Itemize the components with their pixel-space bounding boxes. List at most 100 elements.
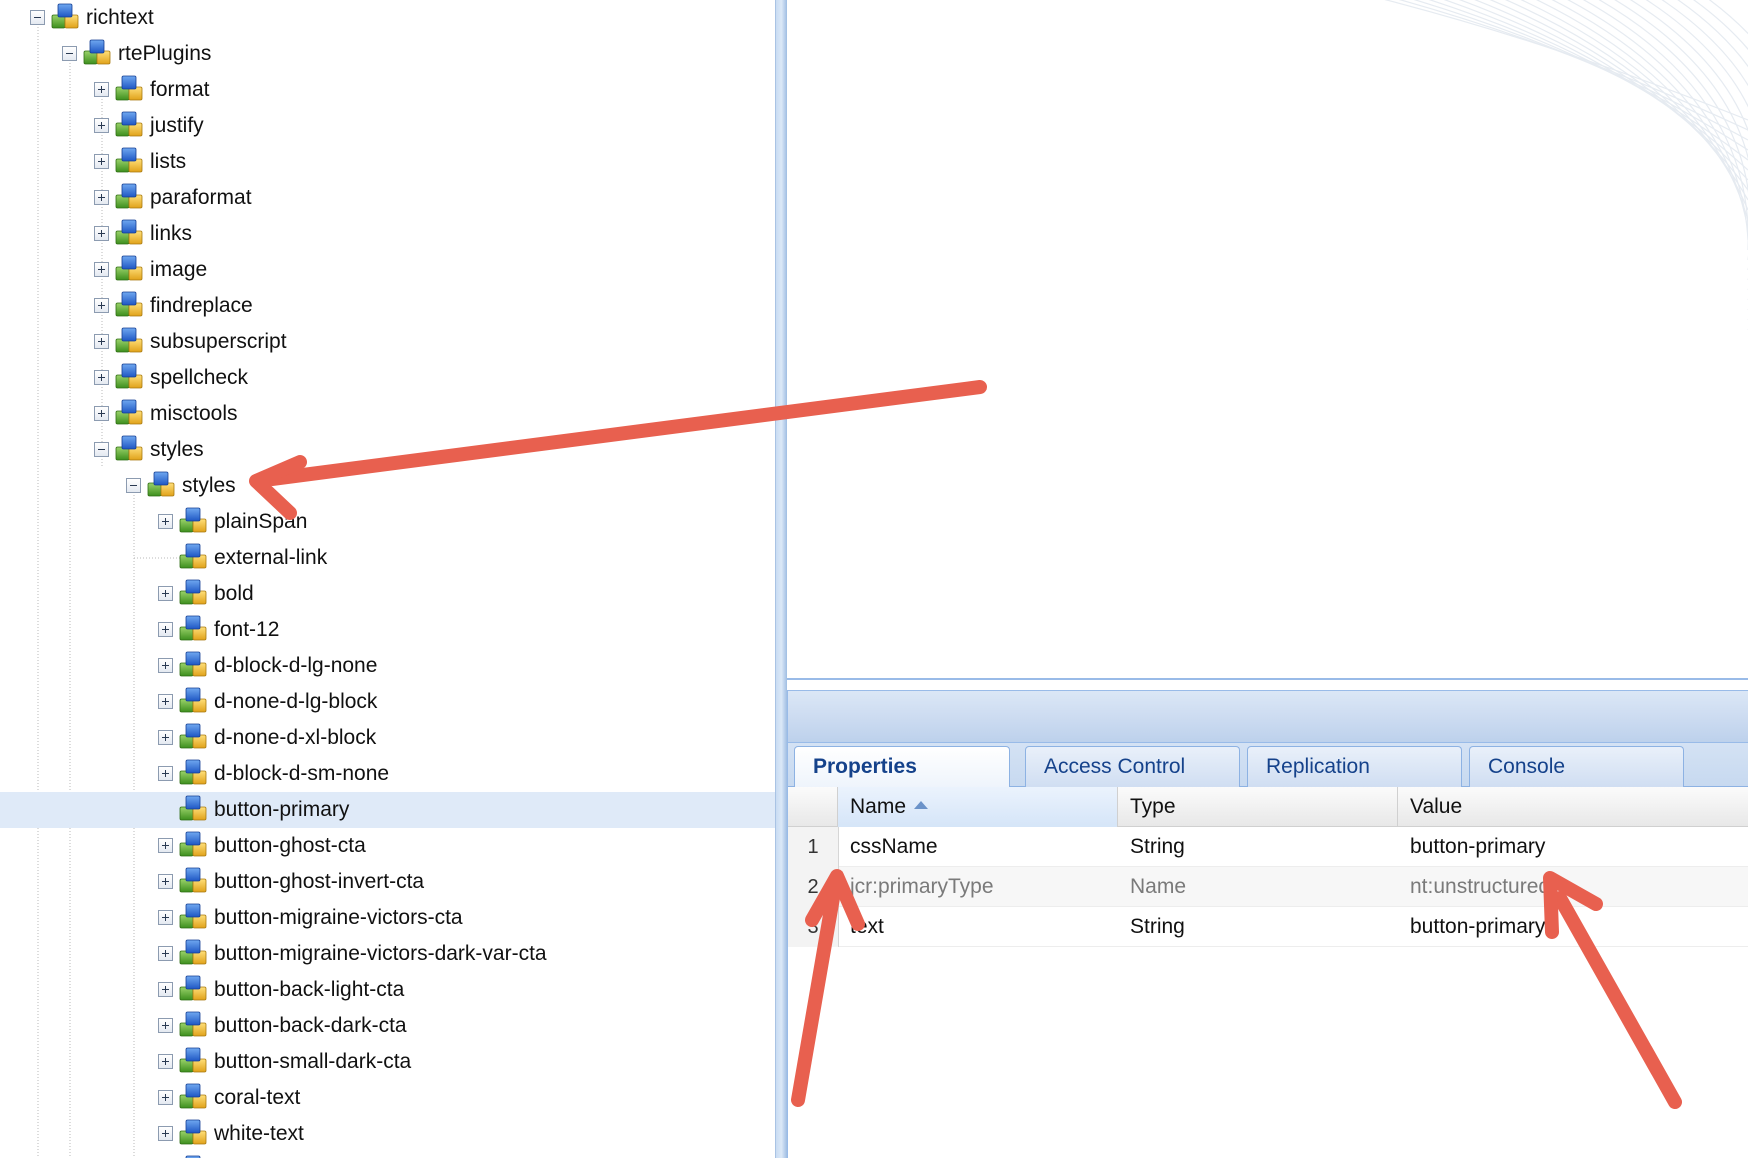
tree-node[interactable]: styles xyxy=(0,432,775,468)
table-row[interactable]: 3 text String button-primary xyxy=(788,907,1748,947)
expand-plus-icon[interactable] xyxy=(94,370,109,385)
column-header-type[interactable]: Type xyxy=(1118,787,1398,827)
node-cubes-icon xyxy=(179,795,207,821)
expand-plus-icon[interactable] xyxy=(158,514,173,529)
expand-plus-icon[interactable] xyxy=(158,1126,173,1141)
expand-plus-icon[interactable] xyxy=(94,190,109,205)
expand-plus-icon[interactable] xyxy=(158,658,173,673)
tree-node[interactable]: image xyxy=(0,252,775,288)
tab-access-control[interactable]: Access Control xyxy=(1025,746,1240,787)
tree-node[interactable]: button-migraine-victors-dark-var-cta xyxy=(0,936,775,972)
table-row[interactable]: 2 jcr:primaryType Name nt:unstructured xyxy=(788,867,1748,907)
property-type-cell[interactable]: Name xyxy=(1130,867,1398,907)
property-value-cell[interactable]: button-primary xyxy=(1410,907,1748,947)
tab-replication[interactable]: Replication xyxy=(1247,746,1462,787)
expand-plus-icon[interactable] xyxy=(158,766,173,781)
expand-plus-icon[interactable] xyxy=(94,406,109,421)
node-cubes-icon xyxy=(147,471,175,497)
collapse-minus-icon[interactable] xyxy=(30,10,45,25)
tree-node[interactable]: plainSpan xyxy=(0,504,775,540)
tree-node[interactable]: subsuperscript xyxy=(0,324,775,360)
expand-plus-icon[interactable] xyxy=(158,730,173,745)
tree-node-label: findreplace xyxy=(150,294,253,317)
expand-plus-icon[interactable] xyxy=(158,1090,173,1105)
tree-node[interactable]: richtext xyxy=(0,0,775,36)
tree-node[interactable]: button-ghost-cta xyxy=(0,828,775,864)
tree-node[interactable]: justify xyxy=(0,108,775,144)
column-header-value[interactable]: Value xyxy=(1398,787,1748,827)
tree-node[interactable]: button-primary xyxy=(0,792,775,828)
row-number: 3 xyxy=(788,907,839,947)
property-type-cell[interactable]: String xyxy=(1130,907,1398,947)
tree-node[interactable]: coral-text xyxy=(0,1080,775,1116)
expand-plus-icon[interactable] xyxy=(94,226,109,241)
repository-tree: richtext rtePlugins format justify lists para… xyxy=(0,0,775,1158)
tree-node-label: misctools xyxy=(150,402,238,425)
tree-node[interactable]: findreplace xyxy=(0,288,775,324)
tab-console[interactable]: Console xyxy=(1469,746,1684,787)
tree-node[interactable]: paraformat xyxy=(0,180,775,216)
node-cubes-icon xyxy=(179,687,207,713)
expand-plus-icon[interactable] xyxy=(94,118,109,133)
tab-label: Console xyxy=(1488,755,1566,778)
table-row[interactable]: 1 cssName String button-primary xyxy=(788,827,1748,867)
tree-node[interactable]: button-back-light-cta xyxy=(0,972,775,1008)
tree-node[interactable]: d-block-d-lg-none xyxy=(0,648,775,684)
tree-node[interactable] xyxy=(0,1152,775,1158)
swoosh-line xyxy=(1398,0,1748,131)
tree-node-label: button-migraine-victors-dark-var-cta xyxy=(214,942,547,965)
sort-ascending-icon xyxy=(914,801,929,810)
property-name-cell[interactable]: cssName xyxy=(850,827,1118,867)
tab-properties[interactable]: Properties xyxy=(794,746,1010,788)
tree-node-label: rtePlugins xyxy=(118,42,212,65)
tree-node[interactable]: rtePlugins xyxy=(0,36,775,72)
tree-node[interactable]: button-back-dark-cta xyxy=(0,1008,775,1044)
collapse-minus-icon[interactable] xyxy=(94,442,109,457)
expand-plus-icon[interactable] xyxy=(158,622,173,637)
property-name-cell[interactable]: jcr:primaryType xyxy=(850,867,1118,907)
tree-node[interactable]: styles xyxy=(0,468,775,504)
tree-node[interactable]: button-migraine-victors-cta xyxy=(0,900,775,936)
expand-plus-icon[interactable] xyxy=(94,298,109,313)
tree-node[interactable]: format xyxy=(0,72,775,108)
expand-plus-icon[interactable] xyxy=(158,946,173,961)
property-name-cell[interactable]: text xyxy=(850,907,1118,947)
tree-node[interactable]: button-small-dark-cta xyxy=(0,1044,775,1080)
tree-node[interactable]: button-ghost-invert-cta xyxy=(0,864,775,900)
expand-plus-icon[interactable] xyxy=(158,874,173,889)
tree-node[interactable]: links xyxy=(0,216,775,252)
expand-plus-icon[interactable] xyxy=(158,1054,173,1069)
tree-node[interactable]: misctools xyxy=(0,396,775,432)
expand-plus-icon[interactable] xyxy=(94,334,109,349)
tree-node[interactable]: spellcheck xyxy=(0,360,775,396)
tree-node[interactable]: white-text xyxy=(0,1116,775,1152)
expand-plus-icon[interactable] xyxy=(158,694,173,709)
tree-node[interactable]: font-12 xyxy=(0,612,775,648)
tree-node-label: links xyxy=(150,222,193,245)
column-header-name[interactable]: Name xyxy=(838,787,1118,827)
tree-node[interactable]: d-none-d-lg-block xyxy=(0,684,775,720)
collapse-minus-icon[interactable] xyxy=(62,46,77,61)
panel-splitter[interactable] xyxy=(775,0,787,1158)
collapse-minus-icon[interactable] xyxy=(126,478,141,493)
expand-plus-icon[interactable] xyxy=(158,910,173,925)
node-cubes-icon xyxy=(179,1047,207,1073)
expand-plus-icon[interactable] xyxy=(158,1018,173,1033)
property-value-cell[interactable]: button-primary xyxy=(1410,827,1748,867)
tree-node[interactable]: d-block-d-sm-none xyxy=(0,756,775,792)
tree-node-label: bold xyxy=(214,582,254,605)
tree-node[interactable]: lists xyxy=(0,144,775,180)
swoosh-line xyxy=(1677,0,1748,310)
tree-node[interactable]: d-none-d-xl-block xyxy=(0,720,775,756)
expand-plus-icon[interactable] xyxy=(158,982,173,997)
expand-plus-icon[interactable] xyxy=(94,154,109,169)
expand-plus-icon[interactable] xyxy=(158,838,173,853)
property-type-cell[interactable]: String xyxy=(1130,827,1398,867)
tree-node[interactable]: external-link xyxy=(0,540,775,576)
property-value-cell[interactable]: nt:unstructured xyxy=(1410,867,1748,907)
expand-plus-icon[interactable] xyxy=(94,82,109,97)
expand-plus-icon[interactable] xyxy=(94,262,109,277)
node-cubes-icon xyxy=(179,579,207,605)
expand-plus-icon[interactable] xyxy=(158,586,173,601)
tree-node[interactable]: bold xyxy=(0,576,775,612)
